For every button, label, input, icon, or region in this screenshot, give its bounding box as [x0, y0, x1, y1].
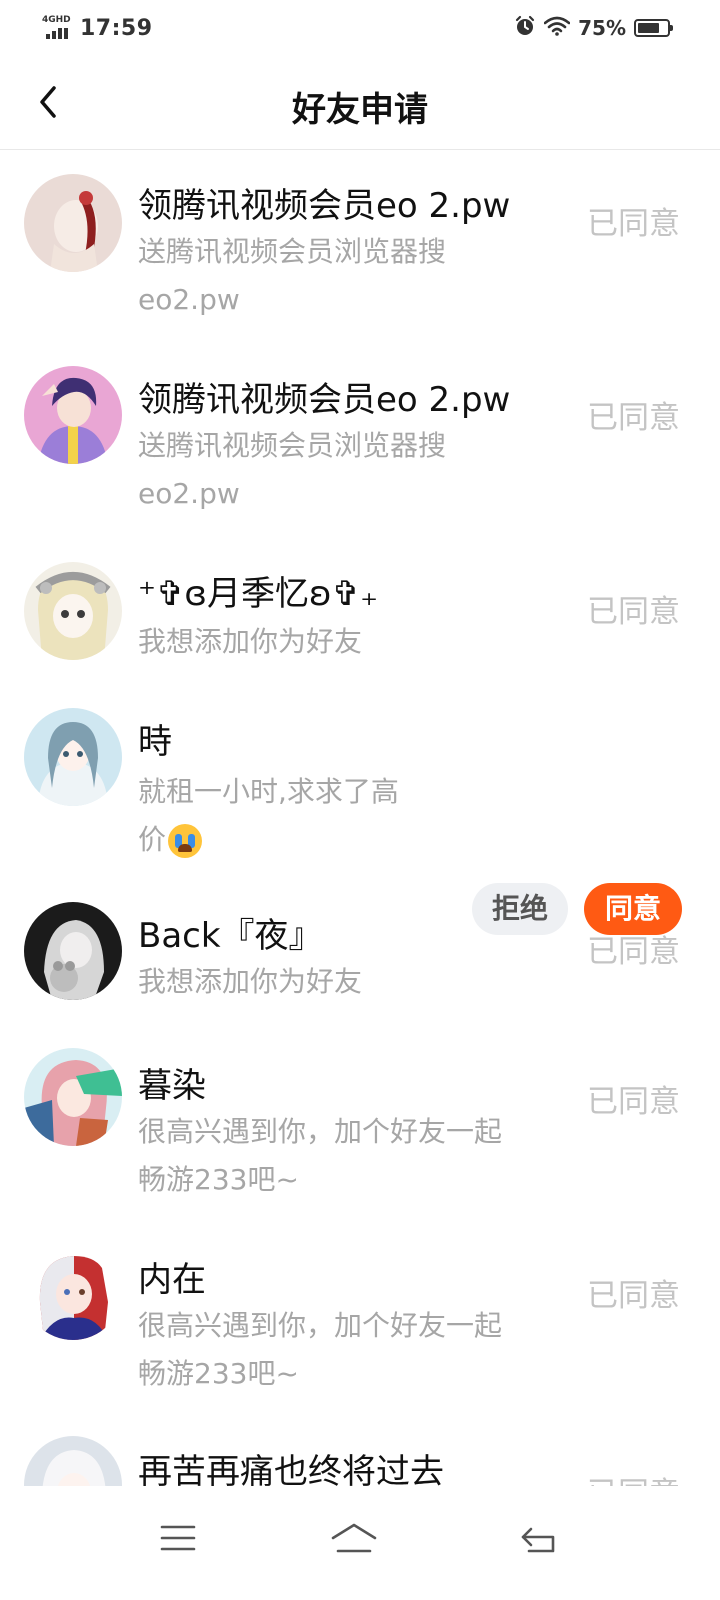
request-name: 内在 — [138, 1260, 206, 1300]
request-message-line: 价 — [138, 816, 448, 864]
clock: 17:59 — [80, 15, 153, 41]
status-accepted: 已同意 — [587, 1474, 680, 1486]
menu-icon — [160, 1525, 196, 1551]
status-accepted: 已同意 — [587, 1278, 680, 1314]
list-item[interactable]: 再苦再痛也终将过去 已同意 — [0, 1420, 720, 1486]
status-accepted: 已同意 — [587, 594, 680, 630]
list-item[interactable]: 领腾讯视频会员eo 2.pw 送腾讯视频会员浏览器搜 eo2.pw 已同意 — [0, 150, 720, 344]
request-message: 很高兴遇到你，加个好友一起 畅游233吧~ — [138, 1302, 558, 1398]
request-message-text: 价 — [138, 823, 167, 856]
list-item[interactable]: 時 就租一小时,求求了高 价 拒绝 同意 — [0, 688, 720, 935]
battery-percent: 75% — [578, 16, 626, 40]
request-message: 送腾讯视频会员浏览器搜 eo2.pw — [138, 228, 558, 324]
request-message: 送腾讯视频会员浏览器搜 eo2.pw — [138, 422, 558, 518]
request-message-line: 很高兴遇到你，加个好友一起 — [138, 1309, 503, 1342]
alarm-icon — [514, 15, 536, 41]
list-item[interactable]: 暮染 很高兴遇到你，加个好友一起 畅游233吧~ 已同意 — [0, 1032, 720, 1226]
nav-bar: 好友申请 — [0, 56, 720, 150]
friend-request-list[interactable]: 领腾讯视频会员eo 2.pw 送腾讯视频会员浏览器搜 eo2.pw 已同意 领腾… — [0, 150, 720, 1486]
network-type: 4GHD — [42, 15, 71, 25]
request-message-line: eo2.pw — [138, 283, 240, 316]
cellular-signal-icon: 4GHD — [42, 15, 72, 41]
list-item[interactable]: Back『夜』 我想添加你为好友 已同意 — [0, 882, 720, 1032]
crying-emoji-icon — [168, 824, 203, 858]
request-message-line: 我想添加你为好友 — [138, 965, 363, 998]
status-accepted: 已同意 — [587, 206, 680, 242]
request-message-line: 就租一小时,求求了高 — [138, 775, 399, 808]
avatar[interactable] — [24, 562, 122, 660]
request-message-line: 我想添加你为好友 — [138, 625, 363, 658]
avatar[interactable] — [24, 174, 122, 272]
avatar[interactable] — [24, 1242, 122, 1340]
list-item[interactable]: 领腾讯视频会员eo 2.pw 送腾讯视频会员浏览器搜 eo2.pw 已同意 — [0, 344, 720, 538]
status-accepted: 已同意 — [587, 934, 680, 970]
status-accepted: 已同意 — [587, 400, 680, 436]
request-message: 就租一小时,求求了高 价 — [138, 768, 448, 864]
request-name: ⁺✞ɞ月季忆ʚ✞₊ — [138, 574, 379, 614]
back-icon — [521, 1527, 555, 1553]
avatar[interactable] — [24, 1436, 122, 1486]
request-message-line: 送腾讯视频会员浏览器搜 — [138, 429, 447, 462]
avatar[interactable] — [24, 902, 122, 1000]
wifi-icon — [543, 16, 571, 40]
list-item[interactable]: 内在 很高兴遇到你，加个好友一起 畅游233吧~ 已同意 — [0, 1226, 720, 1420]
list-item[interactable]: ⁺✞ɞ月季忆ʚ✞₊ 我想添加你为好友 已同意 — [0, 538, 720, 688]
request-name: 時 — [138, 722, 172, 762]
request-message-line: 畅游233吧~ — [138, 1163, 299, 1196]
avatar[interactable] — [24, 366, 122, 464]
request-name: 领腾讯视频会员eo 2.pw — [138, 186, 511, 226]
status-accepted: 已同意 — [587, 1084, 680, 1120]
home-button[interactable] — [324, 1508, 384, 1568]
home-icon — [331, 1523, 377, 1553]
request-name: Back『夜』 — [138, 916, 323, 956]
request-message-line: eo2.pw — [138, 477, 240, 510]
battery-icon — [634, 19, 673, 37]
system-navigation-bar — [0, 1486, 720, 1600]
avatar[interactable] — [24, 708, 122, 806]
request-message-line: 很高兴遇到你，加个好友一起 — [138, 1115, 503, 1148]
menu-button[interactable] — [148, 1508, 208, 1568]
back-nav-button[interactable] — [508, 1508, 568, 1568]
status-bar: 4GHD 17:59 75% — [0, 0, 720, 56]
request-name: 暮染 — [138, 1066, 206, 1106]
status-left: 4GHD 17:59 — [42, 12, 153, 44]
page-title: 好友申请 — [292, 90, 428, 130]
request-message-line: 送腾讯视频会员浏览器搜 — [138, 235, 447, 268]
request-name: 领腾讯视频会员eo 2.pw — [138, 380, 511, 420]
request-message: 我想添加你为好友 — [138, 958, 558, 1006]
request-message: 很高兴遇到你，加个好友一起 畅游233吧~ — [138, 1108, 558, 1204]
request-message-line: 畅游233吧~ — [138, 1357, 299, 1390]
request-name: 再苦再痛也终将过去 — [138, 1452, 444, 1486]
avatar[interactable] — [24, 1048, 122, 1146]
request-message: 我想添加你为好友 — [138, 618, 558, 666]
status-right: 75% — [514, 12, 673, 44]
